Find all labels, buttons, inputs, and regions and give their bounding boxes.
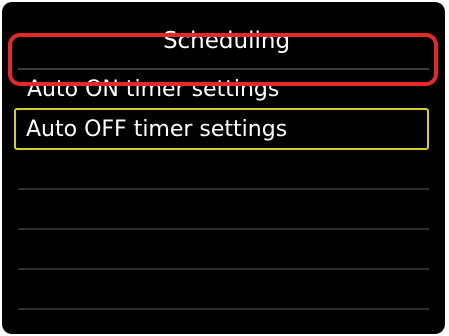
printer-lcd-screen: Scheduling Auto ON timer settings Auto O… xyxy=(2,2,445,334)
empty-row xyxy=(18,190,429,230)
empty-row xyxy=(18,150,429,190)
empty-row xyxy=(18,230,429,270)
empty-row xyxy=(18,270,429,310)
selection-callout-ring xyxy=(8,33,438,86)
menu-item-auto-off-timer[interactable]: Auto OFF timer settings xyxy=(14,108,429,150)
menu-item-label: Auto OFF timer settings xyxy=(26,117,288,142)
menu-list: Auto ON timer settings Auto OFF timer se… xyxy=(2,70,445,334)
